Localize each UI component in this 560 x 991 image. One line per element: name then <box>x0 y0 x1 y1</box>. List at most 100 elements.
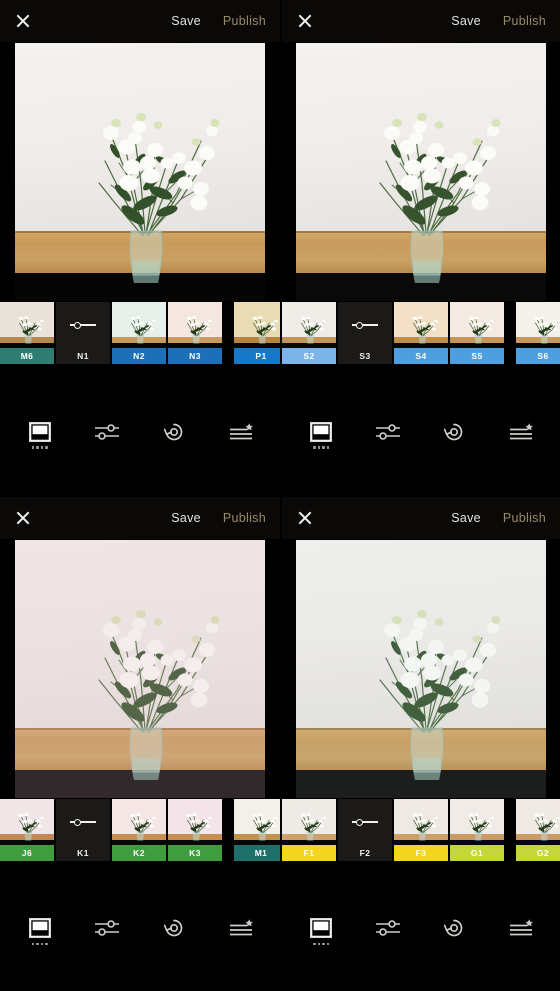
page-dot <box>36 446 39 449</box>
filter-preview <box>234 302 280 348</box>
filter-thumb-k2[interactable]: K2 <box>112 799 166 861</box>
filter-thumb-g2[interactable]: G2 <box>516 799 560 861</box>
photo-preview[interactable] <box>0 42 280 302</box>
publish-button[interactable]: Publish <box>223 511 266 525</box>
filter-carousel[interactable]: F1 F2 F3 G1 G2 <box>282 799 560 865</box>
filter-label: P1 <box>234 348 280 364</box>
filter-preview <box>394 799 448 845</box>
filter-thumb-g1[interactable]: G1 <box>450 799 504 861</box>
photo-preview[interactable] <box>0 539 280 799</box>
page-dot <box>40 446 43 449</box>
filter-thumb-s6[interactable]: S6 <box>516 302 560 364</box>
filter-label: M1 <box>234 845 280 861</box>
filter-thumb-n1[interactable]: N1 <box>56 302 110 364</box>
close-icon[interactable] <box>296 12 314 30</box>
revert-tool[interactable] <box>153 416 195 448</box>
filter-strength-slider[interactable] <box>56 799 110 845</box>
page-dot <box>326 942 330 945</box>
list-star-icon <box>508 918 534 938</box>
editor-header: Save Publish <box>0 497 280 539</box>
filter-thumb-k3[interactable]: K3 <box>168 799 222 861</box>
recipes-tool[interactable] <box>220 912 262 944</box>
adjust-tool[interactable] <box>367 416 409 448</box>
filter-thumb-m6[interactable]: M6 <box>0 302 54 364</box>
filter-preview <box>168 302 222 348</box>
close-icon[interactable] <box>14 509 32 527</box>
slider-knob[interactable] <box>356 818 363 826</box>
save-button[interactable]: Save <box>451 511 481 525</box>
filters-tool[interactable] <box>300 416 342 449</box>
filter-thumb-j6[interactable]: J6 <box>0 799 54 861</box>
photo-scene <box>15 540 265 798</box>
save-button[interactable]: Save <box>171 14 201 28</box>
filter-thumb-f2[interactable]: F2 <box>338 799 392 861</box>
save-button[interactable]: Save <box>171 511 201 525</box>
filter-preview <box>234 799 280 845</box>
filter-thumb-s4[interactable]: S4 <box>394 302 448 364</box>
filter-strength-slider[interactable] <box>338 302 392 348</box>
filter-strip[interactable]: M6 N1 N2 N3 P1 <box>0 302 280 368</box>
bottom-toolbar <box>0 368 280 495</box>
adjust-tool[interactable] <box>86 416 128 448</box>
slider-knob[interactable] <box>356 321 363 329</box>
preview-flowers <box>450 302 504 348</box>
filter-strip[interactable]: J6 K1 K2 K3 M1 <box>0 799 280 865</box>
photo-canvas <box>296 43 546 301</box>
filter-carousel[interactable]: M6 N1 N2 N3 P1 <box>0 302 280 368</box>
filters-tool[interactable] <box>19 912 61 945</box>
filter-thumb-s2[interactable]: S2 <box>282 302 336 364</box>
filter-thumb-k1[interactable]: K1 <box>56 799 110 861</box>
photo-preview[interactable] <box>282 539 560 799</box>
adjust-tool[interactable] <box>86 912 128 944</box>
save-button[interactable]: Save <box>451 14 481 28</box>
filter-strip[interactable]: F1 F2 F3 G1 G2 <box>282 799 560 865</box>
filter-thumb-f3[interactable]: F3 <box>394 799 448 861</box>
filter-thumb-n2[interactable]: N2 <box>112 302 166 364</box>
filter-thumb-n3[interactable]: N3 <box>168 302 222 364</box>
recipes-tool[interactable] <box>500 416 542 448</box>
filters-tool[interactable] <box>19 416 61 449</box>
slider-track <box>352 818 378 826</box>
close-icon[interactable] <box>296 509 314 527</box>
filter-strength-slider[interactable] <box>338 799 392 845</box>
publish-button[interactable]: Publish <box>503 14 546 28</box>
preview-flowers <box>394 302 448 348</box>
publish-button[interactable]: Publish <box>223 14 266 28</box>
page-indicator-dots <box>31 942 48 945</box>
filters-tool[interactable] <box>300 912 342 945</box>
revert-tool[interactable] <box>153 912 195 944</box>
undo-icon <box>162 917 186 939</box>
recipes-tool[interactable] <box>220 416 262 448</box>
filter-thumb-s5[interactable]: S5 <box>450 302 504 364</box>
list-star-icon <box>508 422 534 442</box>
filter-thumb-s3[interactable]: S3 <box>338 302 392 364</box>
adjust-tool[interactable] <box>367 912 409 944</box>
filter-thumb-m1[interactable]: M1 <box>234 799 280 861</box>
filter-thumb-p1[interactable]: P1 <box>234 302 280 364</box>
filter-strip[interactable]: S2 S3 S4 S5 S6 <box>282 302 560 368</box>
preview-flowers <box>234 799 280 845</box>
slider-knob[interactable] <box>74 321 81 329</box>
photo-preview[interactable] <box>282 42 560 302</box>
filter-preview <box>394 302 448 348</box>
publish-button[interactable]: Publish <box>503 511 546 525</box>
recipes-tool[interactable] <box>500 912 542 944</box>
undo-icon <box>162 421 186 443</box>
close-icon[interactable] <box>14 12 32 30</box>
photo-scene <box>296 540 546 798</box>
filter-preview <box>450 302 504 348</box>
panel-top-right: Save Publish S2 S3 S4 S5 S6 <box>280 0 560 495</box>
page-indicator-dots <box>31 446 48 449</box>
frame-icon <box>310 421 333 442</box>
filter-label: F1 <box>282 845 336 861</box>
slider-knob[interactable] <box>74 818 81 826</box>
filter-strength-slider[interactable] <box>56 302 110 348</box>
filter-carousel[interactable]: S2 S3 S4 S5 S6 <box>282 302 560 368</box>
filter-carousel[interactable]: J6 K1 K2 K3 M1 <box>0 799 280 865</box>
revert-tool[interactable] <box>433 416 475 448</box>
filter-label: K3 <box>168 845 222 861</box>
page-dot <box>45 446 48 449</box>
revert-tool[interactable] <box>433 912 475 944</box>
filter-thumb-f1[interactable]: F1 <box>282 799 336 861</box>
filter-label: S2 <box>282 348 336 364</box>
